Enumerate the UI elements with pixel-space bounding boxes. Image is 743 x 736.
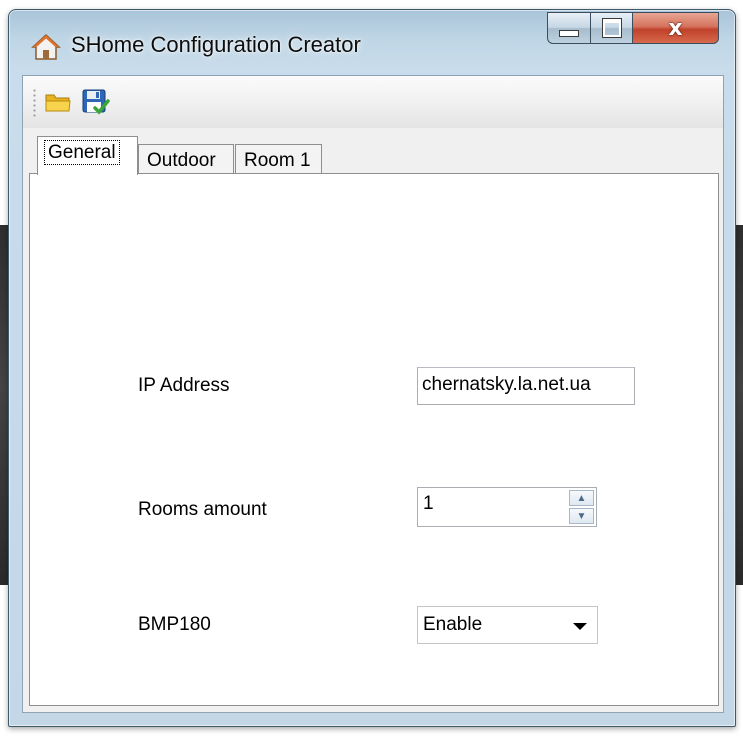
- window-title: SHome Configuration Creator: [71, 32, 361, 57]
- stepper-buttons: ▲ ▼: [569, 490, 594, 524]
- triangle-down-icon: ▼: [576, 510, 587, 522]
- tab-room-1-label: Room 1: [244, 150, 311, 171]
- close-icon: x: [668, 15, 683, 41]
- stepper-up-button[interactable]: ▲: [569, 490, 594, 506]
- client-area: General Outdoor Room 1 IP Address cherna…: [22, 75, 724, 713]
- tab-general[interactable]: General: [37, 136, 138, 175]
- caption-buttons: x: [547, 12, 719, 46]
- title-bar[interactable]: SHome Configuration Creator x: [9, 10, 735, 74]
- maximize-icon: [601, 18, 622, 38]
- maximize-button[interactable]: [591, 12, 633, 44]
- toolbar: [23, 76, 723, 128]
- minimize-button[interactable]: [547, 12, 591, 44]
- tab-outdoor-label: Outdoor: [147, 150, 216, 171]
- tab-outdoor[interactable]: Outdoor: [138, 144, 234, 174]
- bmp180-label: BMP180: [138, 614, 211, 635]
- tab-general-label: General: [44, 140, 120, 165]
- save-button[interactable]: [79, 89, 113, 119]
- rooms-amount-value[interactable]: 1: [423, 493, 434, 515]
- bmp180-selected-value: Enable: [423, 614, 483, 635]
- rooms-amount-label: Rooms amount: [138, 499, 267, 520]
- ip-address-label: IP Address: [138, 375, 230, 396]
- ip-address-field[interactable]: chernatsky.la.net.ua: [417, 367, 635, 405]
- triangle-up-icon: ▲: [576, 492, 587, 504]
- folder-open-icon: [44, 90, 72, 119]
- minimize-icon: [559, 29, 579, 37]
- bmp180-select[interactable]: Enable: [417, 606, 598, 644]
- house-icon: [31, 33, 61, 61]
- rooms-amount-stepper[interactable]: 1 ▲ ▼: [417, 487, 597, 527]
- chevron-down-icon[interactable]: [573, 623, 587, 630]
- close-button[interactable]: x: [633, 12, 719, 44]
- tab-strip: General Outdoor Room 1: [29, 134, 723, 175]
- stepper-down-button[interactable]: ▼: [569, 508, 594, 524]
- tab-room-1[interactable]: Room 1: [235, 144, 322, 174]
- floppy-save-icon: [81, 88, 111, 121]
- app-window: SHome Configuration Creator x General Ou…: [8, 9, 736, 727]
- general-tab-page: IP Address chernatsky.la.net.ua Rooms am…: [29, 173, 719, 706]
- toolbar-grip[interactable]: [33, 88, 36, 118]
- open-button[interactable]: [41, 89, 75, 119]
